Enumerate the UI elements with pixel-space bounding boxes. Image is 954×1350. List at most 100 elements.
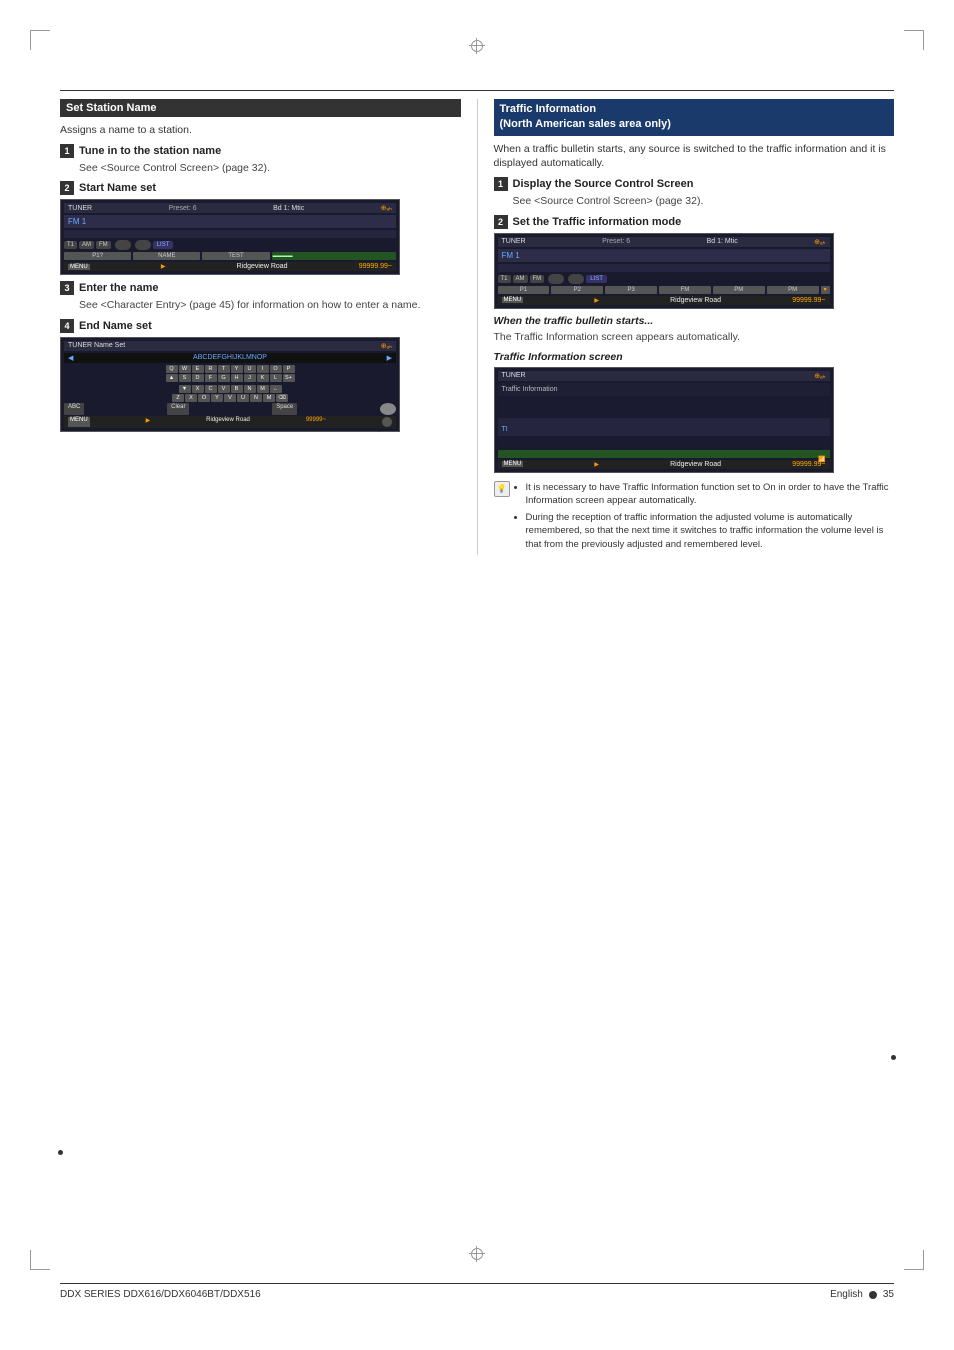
crop-mark-tr <box>904 30 924 50</box>
right-header-line2: (North American sales area only) <box>500 117 889 132</box>
step-3-title: Enter the name <box>79 282 158 294</box>
step-1-text: See <Source Control Screen> (page 32). <box>79 161 461 176</box>
kbd-row-2: ▼ X C V B N M ← <box>64 385 396 393</box>
kbd-row-1b: ▲ S D F G H J K L S+ <box>64 374 396 382</box>
kbd-row-1: Q W E R T Y U I O P <box>64 365 396 373</box>
screen-btn-am: AM <box>79 241 94 249</box>
step-2-number: 2 <box>60 181 74 195</box>
page-number: English 35 <box>830 1289 894 1300</box>
screen-freq-1: FM 1 <box>68 217 86 226</box>
kbd-clear-btn: Clear <box>167 403 189 415</box>
left-column: Set Station Name Assigns a name to a sta… <box>60 99 478 555</box>
left-intro: Assigns a name to a station. <box>60 123 461 138</box>
right-intro: When a traffic bulletin starts, any sour… <box>494 142 895 171</box>
tip-text: It is necessary to have Traffic Informat… <box>514 481 895 555</box>
footer-series: DDX SERIES DDX616/DDX6046BT/DDX516 <box>60 1289 261 1300</box>
screen-p1: P1? <box>64 252 131 260</box>
main-content: Set Station Name Assigns a name to a sta… <box>60 90 894 1250</box>
step-1-title: Tune in to the station name <box>79 145 221 157</box>
kbd-arrow: ▶ <box>146 417 151 427</box>
screen-arrow-1: ▶ <box>161 263 166 270</box>
keyboard-screen: TUNER Name Set ⊕ₐₕ ◀ ABCDEFGHIJKLMNOP ▶ … <box>60 337 400 432</box>
kbd-arrow-right: ▶ <box>387 354 392 362</box>
crop-mark-bl <box>30 1250 50 1270</box>
kbd-screen-bottom: MENU ▶ Ridgeview Road 99999~ <box>64 416 396 428</box>
when-text: The Traffic Information screen appears a… <box>494 330 895 345</box>
kbd-end-knob <box>382 417 392 427</box>
step-3-text: See <Character Entry> (page 45) for info… <box>79 298 461 313</box>
screen-p3: TEST <box>202 252 269 260</box>
reg-mark-top <box>469 38 485 54</box>
step-1-number: 1 <box>60 144 74 158</box>
screen-icon-1: ⊕ₐₕ <box>381 204 392 212</box>
screen-btn-t1: T1 <box>64 241 77 249</box>
kbd-menu: MENU <box>68 417 90 427</box>
right-column: Traffic Information (North American sale… <box>478 99 895 555</box>
traffic-signal-bar: 📶 <box>498 450 830 458</box>
screen-menu-1: MENU <box>68 264 90 270</box>
tip-box: 💡 It is necessary to have Traffic Inform… <box>494 481 895 555</box>
left-section-header: Set Station Name <box>60 99 461 117</box>
screen-station-1: Ridgeview Road <box>237 263 288 270</box>
right-step-1: 1 Display the Source Control Screen See … <box>494 177 895 209</box>
step-4-number: 4 <box>60 319 74 333</box>
screen-wave-1 <box>64 230 396 238</box>
kbd-title: TUNER Name Set <box>68 342 125 350</box>
left-bullet-dot <box>58 1150 63 1155</box>
page-dot <box>869 1291 877 1299</box>
tip-icon: 💡 <box>494 481 510 497</box>
step-4-title: End Name set <box>79 320 152 332</box>
step-2-header: 2 Start Name set <box>60 181 461 195</box>
screen-preset-1: Preset: 6 <box>169 205 197 212</box>
top-divider <box>60 90 894 91</box>
traffic-screen-label: Traffic Information screen <box>494 351 895 363</box>
right-step-1-title: Display the Source Control Screen <box>513 178 694 190</box>
right-bullet-dot <box>891 1055 896 1060</box>
crop-mark-br <box>904 1250 924 1270</box>
screen-top-bar-1: TUNER Preset: 6 Bd 1: Mtic ⊕ₐₕ <box>64 203 396 213</box>
screen-time-1: Bd 1: Mtic <box>273 205 304 212</box>
screen-tuner-label-1: TUNER <box>68 205 92 212</box>
kbd-text: ABCDEFGHIJKLMNOP <box>193 354 267 362</box>
right-step-2-header: 2 Set the Traffic information mode <box>494 215 895 229</box>
right-step-1-number: 1 <box>494 177 508 191</box>
tip-1: It is necessary to have Traffic Informat… <box>526 481 895 508</box>
screen-bottom-1: MENU ▶ Ridgeview Road 99999.99~ <box>64 262 396 271</box>
traffic-screen-top: TUNER Preset: 6 Bd 1: Mtic ⊕ₐₕ <box>498 237 830 247</box>
tip-2: During the reception of traffic informat… <box>526 511 895 551</box>
traffic-tuner-screen: TUNER Preset: 6 Bd 1: Mtic ⊕ₐₕ FM 1 T1 A… <box>494 233 834 309</box>
crop-mark-tl <box>30 30 50 50</box>
traffic-info-screen: TUNER ⊕ₐₕ Traffic Information TI 📶 MENU … <box>494 367 834 473</box>
tuner-screen-1: TUNER Preset: 6 Bd 1: Mtic ⊕ₐₕ FM 1 T1 A… <box>60 199 400 275</box>
kbd-row-3: Z X O Y V U N M ⌫ <box>64 394 396 402</box>
screen-display-1: FM 1 <box>64 215 396 228</box>
right-step-2-number: 2 <box>494 215 508 229</box>
screen-p2: NAME <box>133 252 200 260</box>
kbd-top: TUNER Name Set ⊕ₐₕ <box>64 341 396 351</box>
step-4: 4 End Name set TUNER Name Set ⊕ₐₕ ◀ ABCD… <box>60 319 461 432</box>
kbd-freq: 99999~ <box>306 417 326 427</box>
kbd-space-btn: Space <box>272 403 297 415</box>
step-3-header: 3 Enter the name <box>60 281 461 295</box>
kbd-bottom-row: ABC Clear Space <box>64 403 396 415</box>
right-step-1-text: See <Source Control Screen> (page 32). <box>513 194 895 209</box>
footer-page: 35 <box>883 1289 894 1300</box>
right-step-2: 2 Set the Traffic information mode TUNER… <box>494 215 895 309</box>
kbd-arrow-left: ◀ <box>68 354 73 362</box>
screen-btn-fm: FM <box>96 241 111 249</box>
step-1: 1 Tune in to the station name See <Sourc… <box>60 144 461 176</box>
kbd-knob <box>380 403 396 415</box>
kbd-input: ◀ ABCDEFGHIJKLMNOP ▶ <box>64 353 396 363</box>
screen-freq-display-1: 99999.99~ <box>359 263 392 270</box>
step-1-header: 1 Tune in to the station name <box>60 144 461 158</box>
step-2: 2 Start Name set TUNER Preset: 6 Bd 1: M… <box>60 181 461 275</box>
right-header-line1: Traffic Information <box>500 102 889 117</box>
kbd-icon: ⊕ₐₕ <box>381 342 392 350</box>
screen-presets-1: P1? NAME TEST ▬▬▬▬ <box>64 252 396 260</box>
footer-lang: English <box>830 1289 863 1300</box>
right-step-1-header: 1 Display the Source Control Screen <box>494 177 895 191</box>
screen-btn-list: LIST <box>153 241 174 249</box>
kbd-abc-btn: ABC <box>64 403 84 415</box>
step-3-number: 3 <box>60 281 74 295</box>
kbd-station: Ridgeview Road <box>206 417 250 427</box>
